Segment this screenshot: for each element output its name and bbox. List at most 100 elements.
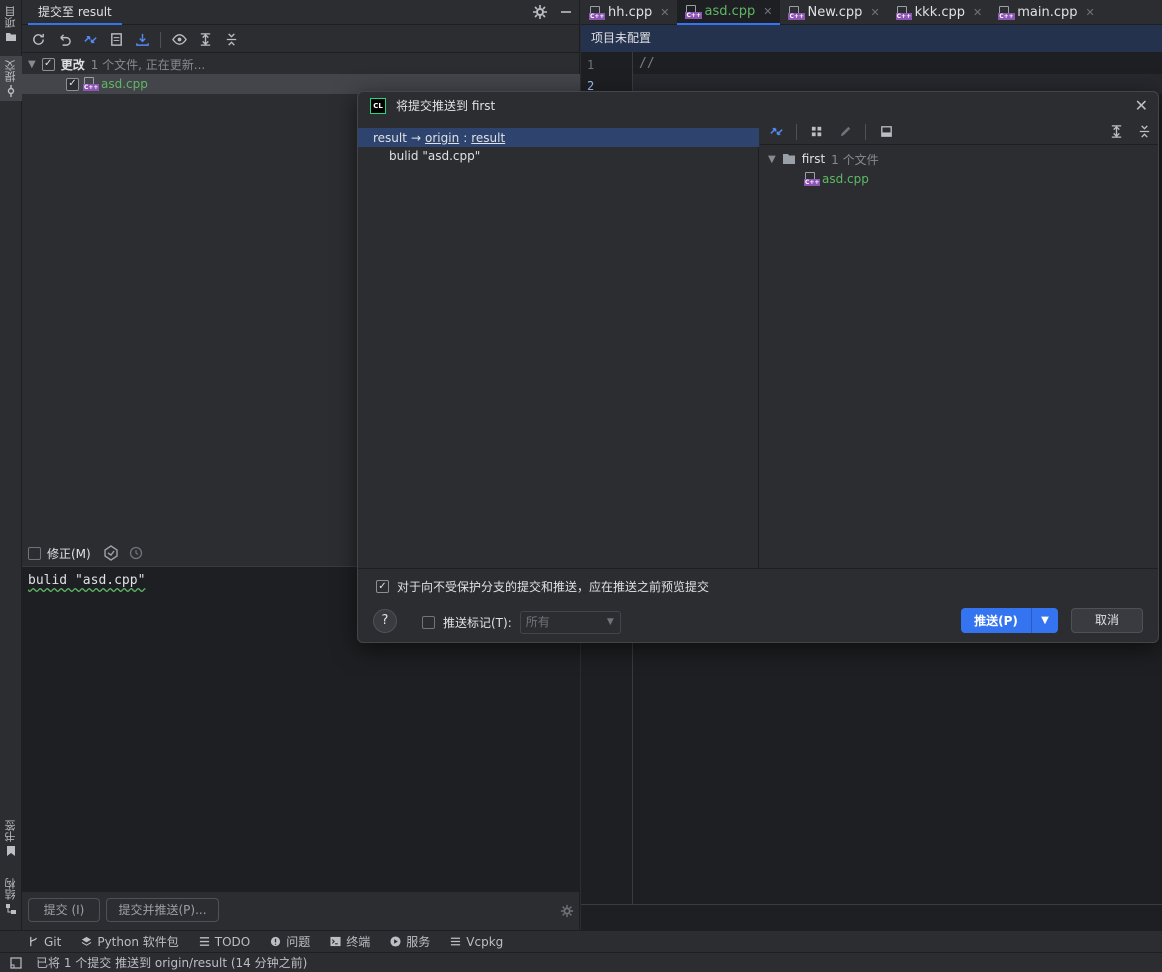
close-icon[interactable]: ✕ [660,6,669,19]
problems-icon [271,936,281,947]
status-message[interactable]: 已将 1 个提交 推送到 origin/result (14 分钟之前) [36,954,307,971]
grid-icon [811,126,821,137]
expand-all-icon [200,33,210,46]
amend-label[interactable]: 修正(M) [47,545,91,562]
minimize-icon[interactable] [558,4,574,20]
cpp-file-icon: C++ [83,77,100,91]
cpp-file-icon: C++ [685,4,702,19]
cpp-file-icon: C++ [804,172,821,186]
bookmarks-tool-tab[interactable]: 书签 [0,820,22,857]
project-tool-tab[interactable]: 项目 [0,6,22,43]
push-tags-checkbox[interactable] [422,616,435,629]
folder-row[interactable]: ▼ first 1 个文件 [760,149,1158,169]
chevron-down-icon[interactable]: ▼ [28,59,36,70]
dialog-title: 将提交推送到 first [396,99,496,113]
diff-arrows-icon [83,35,97,44]
tab-label: asd.cpp [704,4,756,19]
close-icon[interactable]: ✕ [763,5,772,18]
project-tool-label: 项目 [4,6,17,28]
gear-icon[interactable] [532,4,548,20]
git-tool-button[interactable]: Git [28,935,61,949]
preview-checkbox-label[interactable]: 对于向不受保护分支的提交和推送，应在推送之前预览提交 [397,578,709,595]
push-tags-select[interactable]: 所有 ▼ [519,611,621,634]
history-clock-icon[interactable] [129,546,143,560]
bookmark-icon [7,846,15,856]
push-button[interactable]: 推送(P) ▼ [961,608,1058,633]
preview-checkbox[interactable]: ✓ [376,580,389,593]
commit-message-text[interactable]: bulid "asd.cpp" [28,573,145,588]
services-tool-label: 服务 [406,935,431,949]
undo-icon [59,34,71,46]
remote-link[interactable]: origin [425,131,459,145]
push-target-row[interactable]: result → origin : result [358,128,759,147]
close-icon[interactable]: ✕ [1086,6,1095,19]
code-line[interactable]: // [639,56,655,71]
folder-icon [6,33,16,41]
view-options-button[interactable] [169,30,189,50]
help-button[interactable]: ? [373,609,397,633]
update-button[interactable] [132,30,152,50]
changes-label: 更改 [60,57,85,72]
terminal-tool-button[interactable]: 终端 [330,933,370,950]
editor-tab-new[interactable]: C++ New.cpp ✕ [780,0,887,25]
chevron-down-icon[interactable]: ▼ [768,154,776,165]
expand-all-button[interactable] [195,30,215,50]
close-icon[interactable]: ✕ [973,6,982,19]
project-not-configured-banner[interactable]: 项目未配置 [581,25,1162,52]
file-row[interactable]: C++ asd.cpp [760,169,1158,189]
commit-buttons-row: 提交 (I) 提交并推送(P)... [22,898,580,926]
shelve-button[interactable] [106,30,126,50]
diff-button[interactable] [80,30,100,50]
preview-before-push-row: ✓ 对于向不受保护分支的提交和推送，应在推送之前预览提交 [376,578,709,595]
python-packages-tool-label: Python 软件包 [97,935,179,949]
toggle-tool-windows-icon[interactable] [10,956,22,969]
rollback-button[interactable] [54,30,74,50]
problems-tool-button[interactable]: 问题 [270,933,310,950]
push-tags-label[interactable]: 推送标记(T): [443,614,512,631]
commit-message-content: bulid "asd.cpp" [28,573,146,588]
changed-file-name: asd.cpp [101,77,148,91]
amend-checkbox[interactable] [28,546,41,560]
commit-options-gear-icon[interactable] [560,904,574,918]
structure-tool-tab[interactable]: 结构 [0,878,22,915]
file-checkbox[interactable]: ✓ [66,77,79,91]
expand-all-button[interactable] [1106,122,1126,142]
commit-button[interactable]: 提交 (I) [28,898,100,922]
python-packages-tool-button[interactable]: Python 软件包 [81,933,179,950]
list-icon [199,937,209,946]
push-commits-dialog: CL 将提交推送到 first ✕ result → origin : resu… [357,91,1159,643]
problems-tool-label: 问题 [286,935,311,949]
show-diff-button[interactable] [766,122,786,142]
editor-tab-hh[interactable]: C++ hh.cpp ✕ [581,0,677,25]
layers-icon [81,936,92,946]
cancel-button[interactable]: 取消 [1071,608,1143,633]
ai-commit-icon[interactable] [103,545,119,561]
push-options-dropdown-icon[interactable]: ▼ [1032,615,1058,626]
toolbar-separator [865,123,866,140]
editor-tab-asd[interactable]: C++ asd.cpp ✕ [677,0,781,25]
commit-panel-tab[interactable]: 提交至 result [28,0,122,25]
close-icon[interactable]: ✕ [1135,96,1148,115]
close-icon[interactable]: ✕ [870,6,879,19]
collapse-all-button[interactable] [221,30,241,50]
refresh-button[interactable] [28,30,48,50]
commit-row[interactable]: bulid "asd.cpp" [389,149,480,163]
editor-tab-kkk[interactable]: C++ kkk.cpp ✕ [888,0,991,25]
preview-button[interactable] [876,122,896,142]
commit-tool-tab[interactable]: 提交 [0,56,22,101]
structure-icon [6,904,16,914]
editor-tab-main[interactable]: C++ main.cpp ✕ [990,0,1102,25]
folder-icon [782,154,795,164]
vcpkg-tool-button[interactable]: Vcpkg [450,935,503,949]
group-by-button[interactable] [807,122,827,142]
terminal-icon [330,936,341,947]
edit-source-button[interactable] [835,122,855,142]
changes-checkbox[interactable]: ✓ [41,57,55,71]
services-tool-button[interactable]: 服务 [390,933,430,950]
dialog-title-bar: CL 将提交推送到 first ✕ [358,92,1158,119]
collapse-all-button[interactable] [1134,122,1154,142]
changes-group-row[interactable]: ▼ ✓ 更改 1 个文件, 正在更新... [22,54,580,74]
target-branch-link[interactable]: result [471,131,505,145]
todo-tool-button[interactable]: TODO [199,935,250,949]
commit-and-push-button[interactable]: 提交并推送(P)... [106,898,219,922]
